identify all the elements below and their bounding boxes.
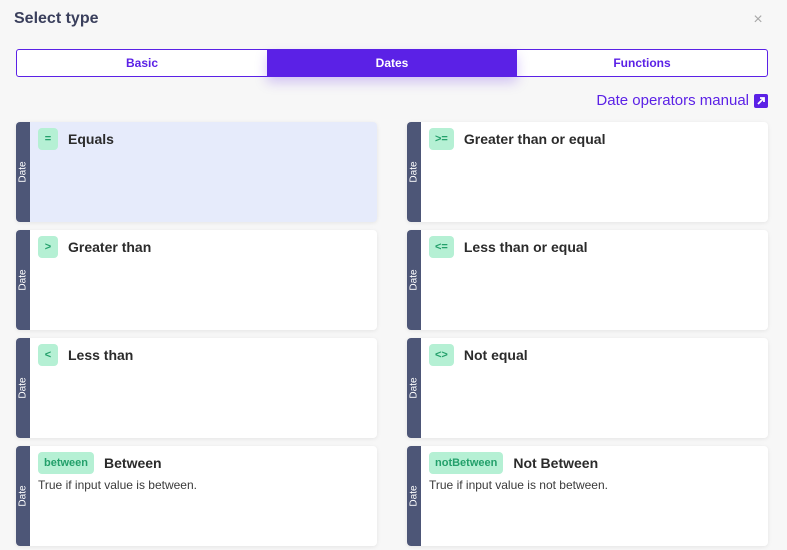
tab-functions[interactable]: Functions — [517, 50, 767, 76]
dialog-title: Select type — [14, 10, 99, 27]
operator-name: Equals — [68, 131, 114, 147]
category-bar: Date — [407, 446, 421, 546]
category-bar: Date — [407, 338, 421, 438]
tab-dates[interactable]: Dates — [267, 50, 517, 76]
operator-symbol-badge: between — [38, 452, 95, 474]
operator-symbol-badge: > — [38, 236, 58, 258]
operator-description: True if input value is not between. — [429, 478, 608, 492]
operator-name: Between — [104, 455, 162, 471]
operator-name: Less than — [68, 347, 134, 363]
operator-name: Less than or equal — [463, 239, 588, 255]
close-icon[interactable]: × — [750, 12, 766, 28]
category-bar: Date — [16, 338, 30, 438]
operator-symbol-badge: <= — [429, 236, 454, 258]
operator-card-between[interactable]: Date between Between True if input value… — [16, 446, 377, 546]
category-bar: Date — [16, 230, 30, 330]
category-bar: Date — [407, 122, 421, 222]
operator-card-greater-than-or-equal[interactable]: Date >= Greater than or equal — [407, 122, 768, 222]
operator-card-greater-than[interactable]: Date > Greater than — [16, 230, 377, 330]
operator-card-less-than-or-equal[interactable]: Date <= Less than or equal — [407, 230, 768, 330]
operator-name: Not Between — [513, 455, 599, 471]
operator-description: True if input value is between. — [38, 478, 197, 492]
operator-name: Greater than — [68, 239, 152, 255]
category-bar: Date — [407, 230, 421, 330]
category-bar: Date — [16, 122, 30, 222]
operator-card-not-between[interactable]: Date notBetween Not Between True if inpu… — [407, 446, 768, 546]
date-operators-manual-link[interactable]: Date operators manual — [596, 92, 768, 109]
type-tabs: Basic Dates Functions — [16, 49, 768, 77]
operator-symbol-badge: < — [38, 344, 58, 366]
operator-card-equals[interactable]: Date = Equals — [16, 122, 377, 222]
manual-link-label: Date operators manual — [596, 92, 749, 109]
operator-symbol-badge: notBetween — [429, 452, 504, 474]
operator-name: Not equal — [463, 347, 528, 363]
tab-basic[interactable]: Basic — [17, 50, 267, 76]
operator-card-less-than[interactable]: Date < Less than — [16, 338, 377, 438]
external-link-icon — [754, 93, 768, 108]
operator-symbol-badge: = — [38, 128, 58, 150]
operator-symbol-badge: <> — [429, 344, 454, 366]
operator-name: Greater than or equal — [463, 131, 606, 147]
category-bar: Date — [16, 446, 30, 546]
operator-symbol-badge: >= — [429, 128, 454, 150]
operator-card-not-equal[interactable]: Date <> Not equal — [407, 338, 768, 438]
